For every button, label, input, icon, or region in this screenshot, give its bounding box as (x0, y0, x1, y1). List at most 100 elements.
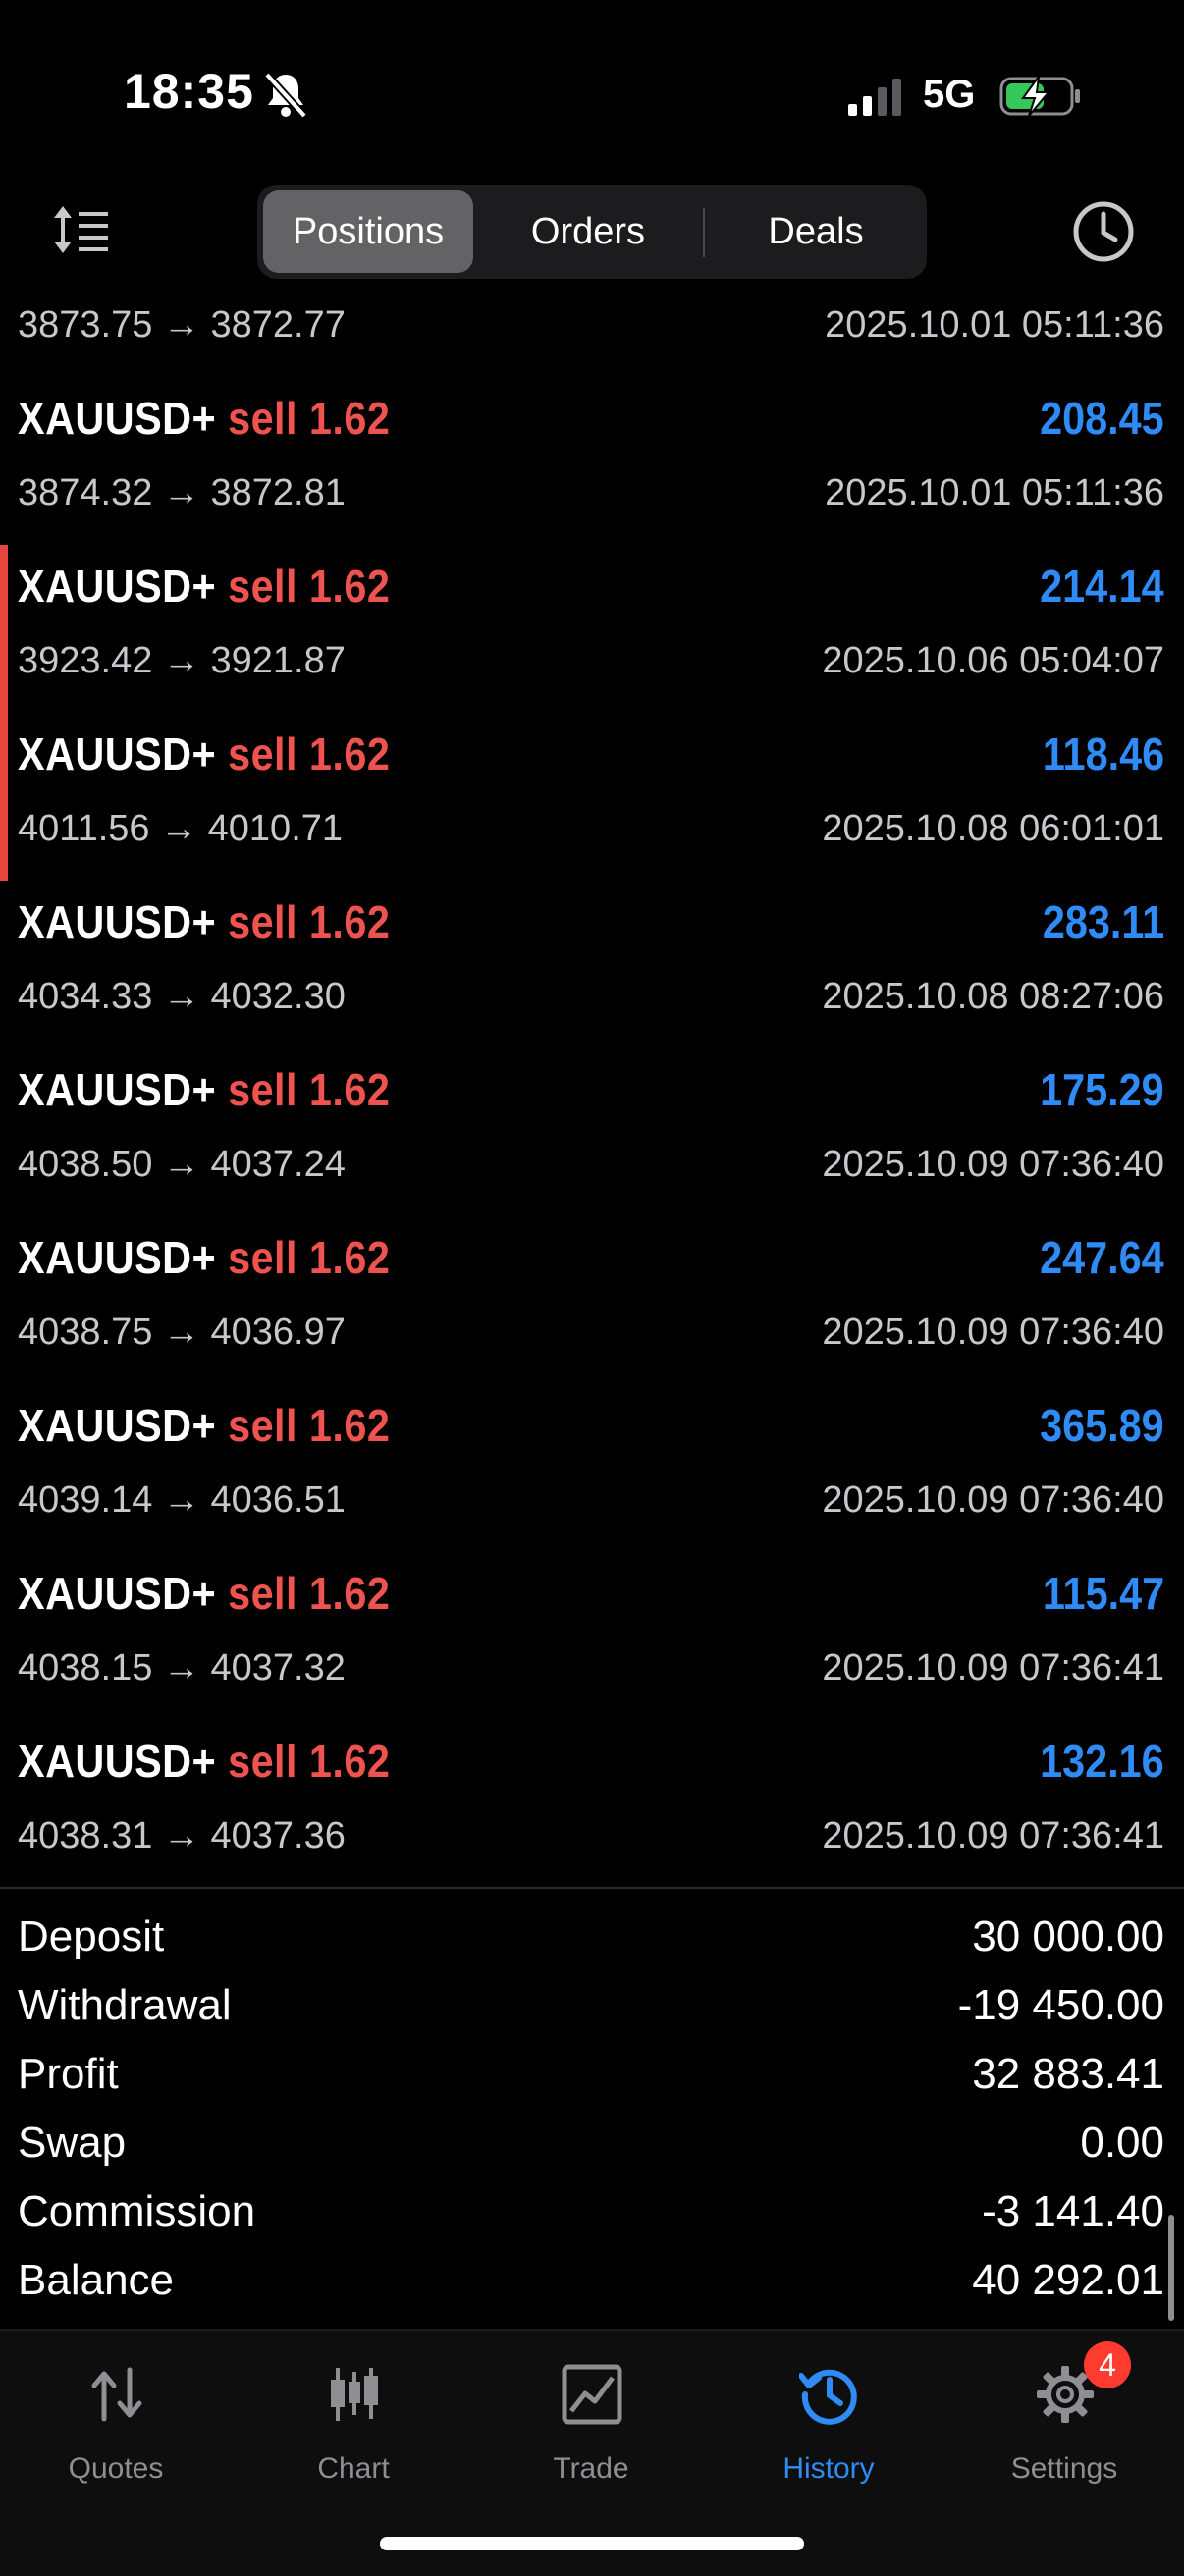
price-range: 4038.15 → 4037.32 (18, 1647, 346, 1689)
symbol-label: XAUUSD+ (18, 1400, 217, 1451)
close-time: 2025.10.09 07:36:40 (822, 1312, 1164, 1353)
signal-icon (848, 79, 901, 116)
list-item[interactable]: 3873.75 → 3872.77 2025.10.01 05:11:36 (0, 295, 1184, 366)
side-label: sell (228, 1232, 297, 1283)
scroll-indicator[interactable] (1168, 2215, 1174, 2321)
summary-divider (0, 1887, 1184, 1889)
list-item[interactable]: XAUUSD+ sell 1.62 283.11 4034.33 → 4032.30… (0, 870, 1184, 1038)
position-title: XAUUSD+ sell 1.62 (18, 560, 390, 613)
tab-orders[interactable]: Orders (483, 190, 693, 273)
list-item[interactable]: XAUUSD+ sell 1.62 214.14 3923.42 → 3921.87… (0, 534, 1184, 702)
tabbar-label: Settings (1010, 2452, 1118, 2485)
summary-value: -19 450.00 (957, 1981, 1164, 2029)
summary-value: 40 292.01 (972, 2256, 1164, 2304)
profit-value: 283.11 (1042, 896, 1164, 947)
position-title: XAUUSD+ sell 1.62 (18, 727, 390, 780)
close-time: 2025.10.09 07:36:40 (822, 1144, 1164, 1185)
symbol-label: XAUUSD+ (18, 1736, 217, 1787)
list-item[interactable]: XAUUSD+ sell 1.62 132.16 4038.31 → 4037.36… (0, 1709, 1184, 1877)
close-time: 2025.10.06 05:04:07 (822, 640, 1164, 681)
list-item[interactable]: XAUUSD+ sell 1.62 115.47 4038.15 → 4037.32… (0, 1541, 1184, 1709)
position-title: XAUUSD+ sell 1.62 (18, 1735, 390, 1788)
tabbar-item-quotes[interactable]: Quotes (8, 2350, 224, 2507)
volume-label: 1.62 (308, 1064, 391, 1115)
list-item[interactable]: XAUUSD+ sell 1.62 208.45 3874.32 → 3872.81… (0, 366, 1184, 534)
summary-label: Commission (18, 2187, 256, 2235)
side-label: sell (228, 561, 297, 612)
sort-icon[interactable] (51, 202, 112, 257)
price-range: 4038.31 → 4037.36 (18, 1815, 346, 1856)
bell-slash-icon (264, 72, 307, 119)
profit-value: 365.89 (1040, 1400, 1164, 1451)
summary-panel: Deposit 30 000.00 Withdrawal -19 450.00 … (0, 1905, 1184, 2317)
symbol-label: XAUUSD+ (18, 896, 217, 947)
close-time: 2025.10.09 07:36:40 (822, 1479, 1164, 1521)
price-range: 4038.50 → 4037.24 (18, 1144, 346, 1185)
side-label: sell (228, 728, 297, 779)
symbol-label: XAUUSD+ (18, 393, 217, 444)
close-time: 2025.10.09 07:36:41 (822, 1647, 1164, 1689)
tabbar-item-chart[interactable]: Chart (245, 2350, 461, 2507)
profit-value: 247.64 (1040, 1232, 1164, 1283)
summary-deposit: Deposit 30 000.00 (0, 1905, 1184, 1973)
symbol-label: XAUUSD+ (18, 728, 217, 779)
volume-label: 1.62 (308, 1736, 391, 1787)
summary-commission: Commission -3 141.40 (0, 2179, 1184, 2248)
network-label: 5G (923, 73, 976, 116)
side-label: sell (228, 896, 297, 947)
position-title: XAUUSD+ sell 1.62 (18, 392, 390, 445)
side-label: sell (228, 393, 297, 444)
tabbar-item-trade[interactable]: Trade (483, 2350, 699, 2507)
summary-value: 0.00 (1080, 2119, 1164, 2167)
list-item[interactable]: XAUUSD+ sell 1.62 247.64 4038.75 → 4036.97… (0, 1206, 1184, 1373)
list-item[interactable]: XAUUSD+ sell 1.62 118.46 4011.56 → 4010.71… (0, 702, 1184, 870)
battery-charging-icon (999, 76, 1080, 117)
tabbar-label: Quotes (68, 2452, 164, 2485)
positions-list: 3873.75 → 3872.77 2025.10.01 05:11:36 XA… (0, 295, 1184, 1877)
volume-label: 1.62 (308, 1400, 391, 1451)
profit-value: 208.45 (1040, 393, 1164, 444)
home-indicator[interactable] (380, 2537, 804, 2550)
summary-balance: Balance 40 292.01 (0, 2248, 1184, 2317)
summary-label: Deposit (18, 1912, 165, 1960)
position-title: XAUUSD+ sell 1.62 (18, 1063, 390, 1116)
position-title: XAUUSD+ sell 1.62 (18, 895, 390, 948)
settings-badge: 4 (1084, 2341, 1131, 2388)
volume-label: 1.62 (308, 1232, 391, 1283)
status-bar: 18:35 5G (0, 0, 1184, 187)
price-range: 3874.32 → 3872.81 (18, 472, 346, 513)
volume-label: 1.62 (308, 393, 391, 444)
symbol-label: XAUUSD+ (18, 1568, 217, 1619)
side-label: sell (228, 1400, 297, 1451)
tab-positions[interactable]: Positions (263, 190, 473, 273)
trade-chart-icon (562, 2364, 622, 2425)
summary-label: Balance (18, 2256, 175, 2304)
summary-label: Profit (18, 2050, 119, 2098)
summary-label: Withdrawal (18, 1981, 232, 2029)
summary-withdrawal: Withdrawal -19 450.00 (0, 1973, 1184, 2042)
close-time: 2025.10.01 05:11:36 (825, 472, 1164, 513)
summary-value: 32 883.41 (972, 2050, 1164, 2098)
clock-icon[interactable] (1072, 200, 1135, 263)
position-title: XAUUSD+ sell 1.62 (18, 1567, 390, 1620)
status-time: 18:35 (124, 64, 254, 119)
tabbar-item-settings[interactable]: Settings (956, 2350, 1172, 2507)
profit-value: 175.29 (1040, 1064, 1164, 1115)
summary-profit: Profit 32 883.41 (0, 2042, 1184, 2111)
close-time: 2025.10.09 07:36:41 (822, 1815, 1164, 1856)
tabbar-label: History (782, 2452, 875, 2485)
volume-label: 1.62 (308, 1568, 391, 1619)
price-range: 3923.42 → 3921.87 (18, 640, 346, 681)
volume-label: 1.62 (308, 728, 391, 779)
summary-swap: Swap 0.00 (0, 2111, 1184, 2179)
symbol-label: XAUUSD+ (18, 1064, 217, 1115)
list-item[interactable]: XAUUSD+ sell 1.62 175.29 4038.50 → 4037.24… (0, 1038, 1184, 1206)
list-item[interactable]: XAUUSD+ sell 1.62 365.89 4039.14 → 4036.51… (0, 1373, 1184, 1541)
side-label: sell (228, 1568, 297, 1619)
volume-label: 1.62 (308, 896, 391, 947)
price-range: 4034.33 → 4032.30 (18, 976, 346, 1017)
price-range: 4038.75 → 4036.97 (18, 1312, 346, 1353)
tab-deals[interactable]: Deals (711, 190, 921, 273)
tabbar-item-history[interactable]: History (721, 2350, 937, 2507)
history-icon (799, 2369, 857, 2425)
